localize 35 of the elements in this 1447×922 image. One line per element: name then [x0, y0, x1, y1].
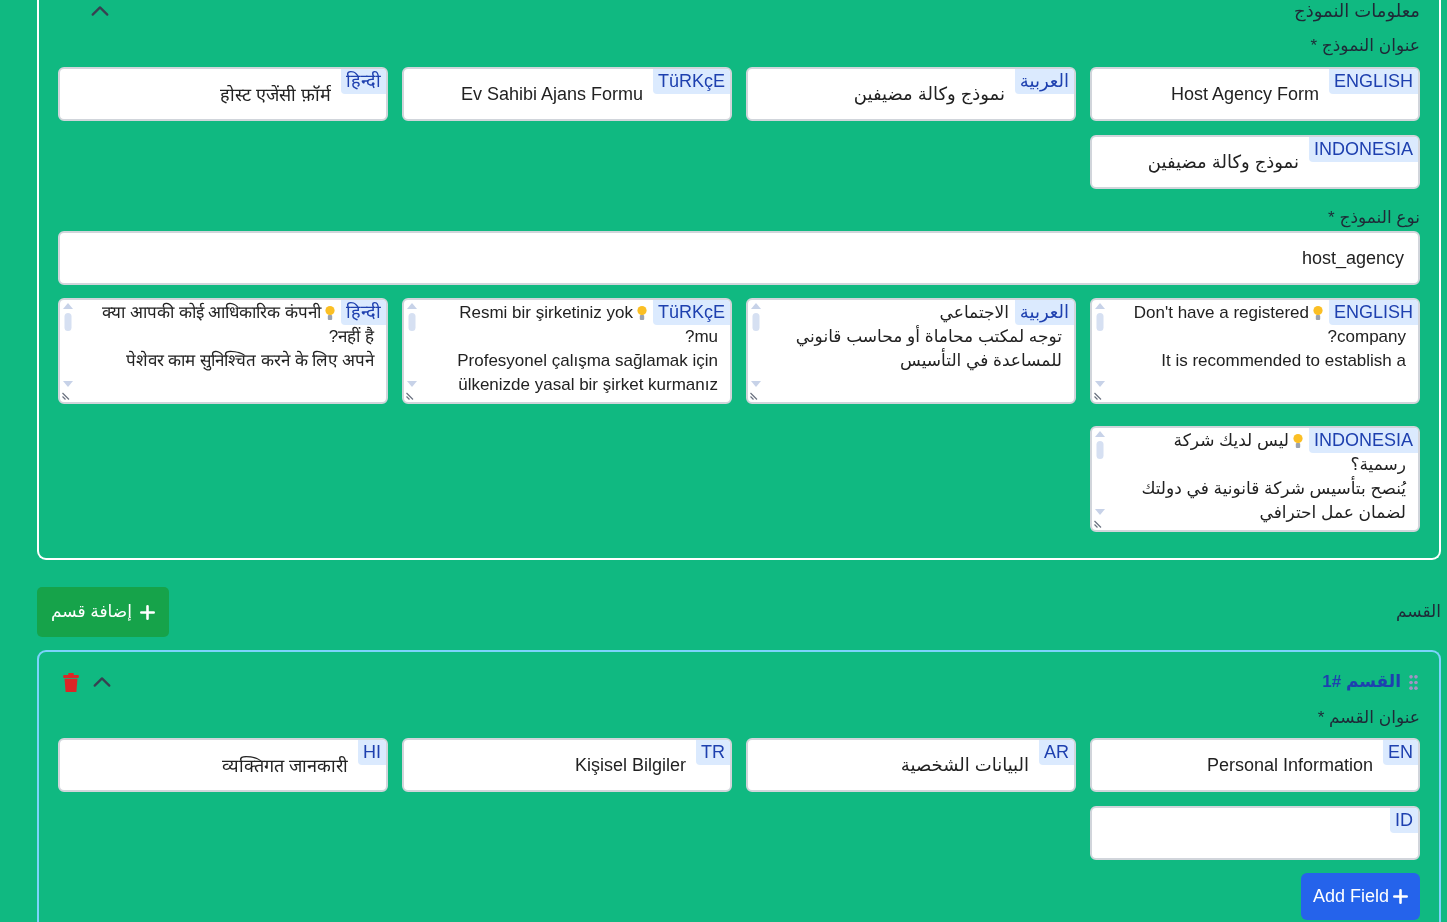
resize-handle-icon	[750, 392, 758, 400]
section-title: القسم #1	[1322, 672, 1401, 692]
resize-handle-icon	[1094, 392, 1102, 400]
title-input[interactable]	[1090, 806, 1420, 860]
language-tag: INDONESIA	[1308, 137, 1418, 162]
language-tag: TüRKçE	[652, 300, 730, 325]
plus-icon	[1393, 889, 1408, 904]
field-label: عنوان القسم *	[1316, 708, 1420, 728]
language-tag: हिन्दी	[341, 300, 386, 325]
field-label: نوع النموذج *	[1327, 208, 1420, 228]
language-tag: EN	[1383, 740, 1418, 765]
language-tag: INDONESIA	[1308, 428, 1418, 453]
plus-icon	[139, 604, 155, 620]
trash-icon[interactable]	[63, 672, 79, 692]
field-label: عنوان النموذج *	[1309, 36, 1420, 56]
resize-handle-icon	[1094, 520, 1102, 528]
sections-label: القسم	[1396, 602, 1441, 622]
resize-handle-icon	[406, 392, 414, 400]
language-tag: हिन्दी	[341, 69, 386, 94]
language-tag: ID	[1390, 808, 1418, 833]
panel-heading: معلومات النموذج	[1294, 0, 1420, 22]
type-input[interactable]: host_agency	[58, 231, 1420, 285]
language-tag: العربية	[1014, 300, 1074, 325]
language-tag: ENGLISH	[1328, 69, 1418, 94]
drag-handle-icon[interactable]	[1409, 674, 1418, 690]
chevron-up-icon[interactable]	[91, 5, 109, 17]
chevron-up-icon[interactable]	[93, 676, 111, 688]
language-tag: ENGLISH	[1328, 300, 1418, 325]
language-tag: AR	[1039, 740, 1074, 765]
language-tag: TR	[696, 740, 730, 765]
add-field-button[interactable]: Add Field	[1300, 873, 1420, 920]
resize-handle-icon	[62, 392, 70, 400]
language-tag: HI	[358, 740, 386, 765]
language-tag: العربية	[1014, 69, 1074, 94]
language-tag: TüRKçE	[652, 69, 730, 94]
